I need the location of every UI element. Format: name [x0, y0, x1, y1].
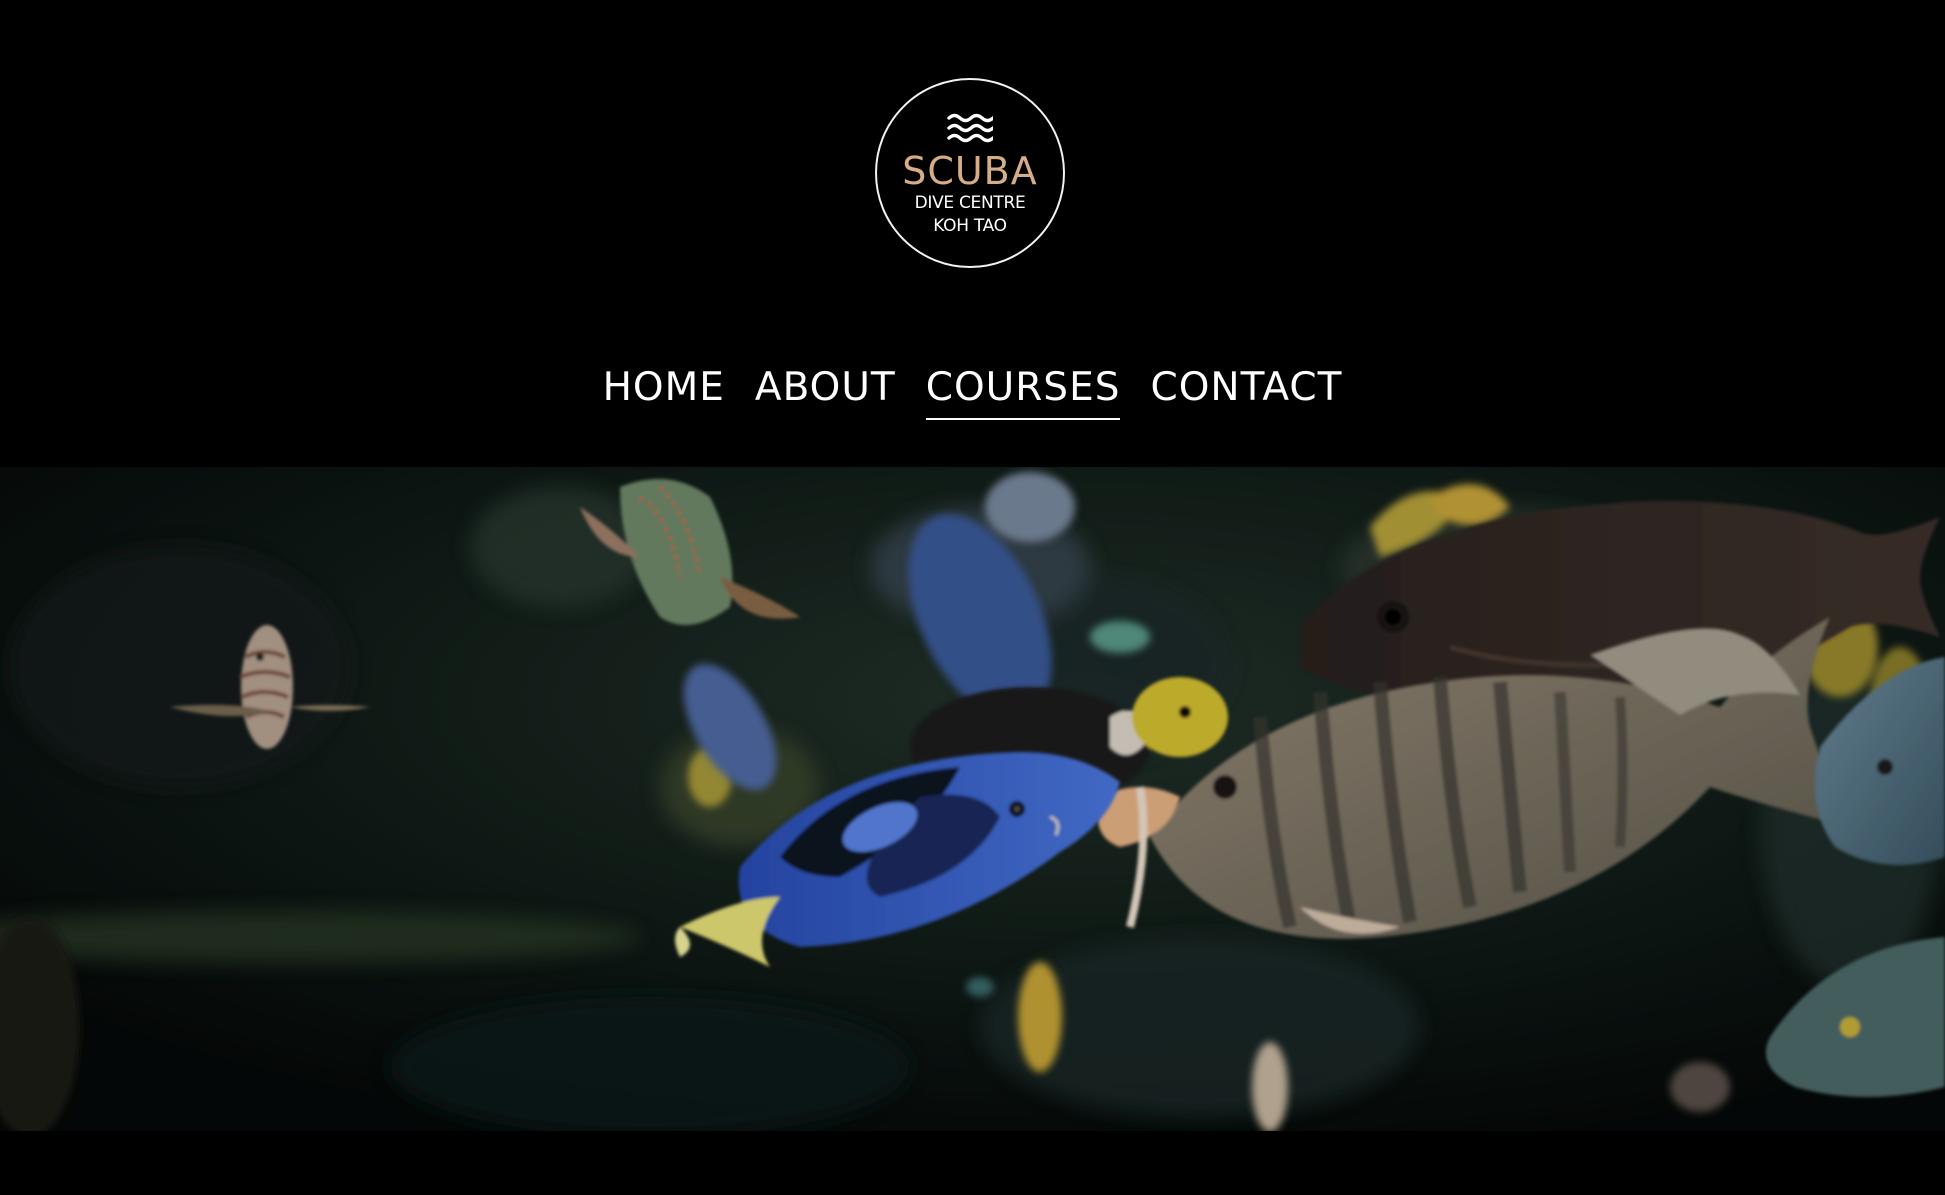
underwater-fish-photo [0, 467, 1945, 1131]
nav-home[interactable]: HOME [603, 360, 725, 420]
logo-brand: SCUBA [902, 149, 1038, 193]
hero-image [0, 467, 1945, 1131]
logo-line-1: DIVE CENTRE [914, 193, 1026, 213]
waves-icon [947, 113, 993, 143]
nav-courses[interactable]: COURSES [925, 360, 1121, 420]
nav-contact[interactable]: CONTACT [1150, 360, 1342, 420]
site-logo[interactable]: SCUBA DIVE CENTRE KOH TAO [875, 78, 1065, 268]
logo-line-2: KOH TAO [933, 216, 1007, 236]
main-nav: HOME ABOUT COURSES CONTACT [0, 360, 1945, 420]
nav-about[interactable]: ABOUT [755, 360, 896, 420]
page: SCUBA DIVE CENTRE KOH TAO HOME ABOUT COU… [0, 0, 1945, 1195]
